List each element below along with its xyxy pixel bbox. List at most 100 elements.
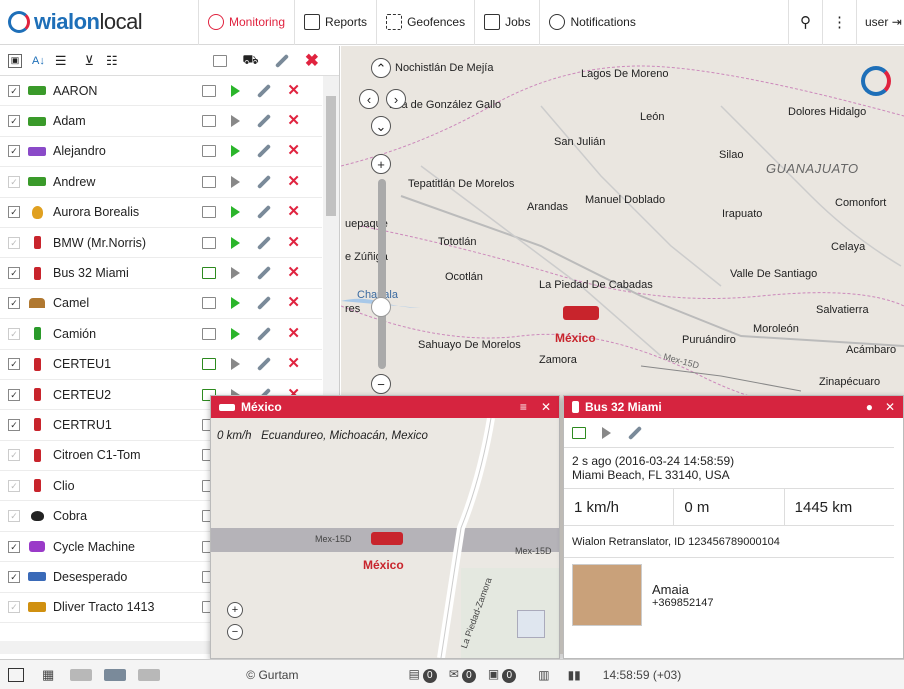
- play-track-icon[interactable]: [231, 84, 241, 97]
- add-unit-icon[interactable]: ⊻: [85, 53, 95, 69]
- unit-checkbox[interactable]: ✓: [8, 175, 20, 188]
- play-track-icon[interactable]: [231, 145, 241, 158]
- unit-row[interactable]: ✓ Camel ✕: [0, 289, 322, 320]
- units-layer-icon[interactable]: [70, 668, 93, 681]
- panel-toggle-icon[interactable]: [8, 667, 24, 682]
- unit-checkbox[interactable]: ✓: [8, 115, 20, 128]
- wrench-icon[interactable]: [256, 296, 272, 311]
- unit-checkbox[interactable]: ✓: [8, 388, 20, 401]
- unit-checkbox[interactable]: ✓: [8, 84, 20, 97]
- close-icon[interactable]: ✕: [541, 400, 551, 414]
- delete-icon[interactable]: ✕: [287, 174, 300, 189]
- terminal-icon[interactable]: [202, 115, 216, 128]
- unit-row[interactable]: ✓ Aurora Borealis ✕: [0, 198, 322, 228]
- map-book-icon[interactable]: ▮▮: [568, 668, 581, 682]
- unit-checkbox[interactable]: ✓: [8, 327, 20, 340]
- unit-checkbox[interactable]: ✓: [8, 570, 20, 583]
- terminal-icon[interactable]: [202, 327, 216, 340]
- add-all-icon[interactable]: ☷: [106, 53, 118, 69]
- unit-row[interactable]: ✓ AARON ✕: [0, 76, 322, 107]
- play-track-icon[interactable]: [231, 206, 241, 219]
- unit-checkbox[interactable]: ✓: [8, 297, 20, 310]
- search-icon[interactable]: ⚲: [788, 0, 822, 45]
- grid-icon[interactable]: ▦: [42, 667, 54, 683]
- zoom-knob[interactable]: [371, 297, 391, 317]
- popup-menu-icon[interactable]: ≡: [520, 400, 527, 414]
- zoom-out-icon[interactable]: −: [371, 374, 391, 394]
- unit-checkbox[interactable]: ✓: [8, 145, 20, 158]
- unit-checkbox[interactable]: ✓: [8, 479, 20, 492]
- play-icon[interactable]: [602, 426, 611, 439]
- unit-row[interactable]: ✓ Alejandro ✕: [0, 137, 322, 168]
- driver-avatar[interactable]: [572, 564, 642, 626]
- nav-jobs[interactable]: Jobs: [474, 0, 539, 45]
- delete-icon[interactable]: ✕: [287, 265, 300, 280]
- terminal-icon[interactable]: [202, 206, 216, 219]
- zoom-out-icon[interactable]: −: [227, 624, 243, 640]
- delete-icon[interactable]: ✕: [287, 235, 300, 250]
- unit-row[interactable]: ✓ Bus 32 Miami ✕: [0, 258, 322, 289]
- delete-icon[interactable]: ✕: [287, 356, 300, 371]
- terminal-icon[interactable]: [202, 297, 216, 310]
- play-track-icon[interactable]: [231, 267, 241, 280]
- wrench-icon[interactable]: [256, 205, 272, 220]
- delete-icon[interactable]: ✕: [287, 113, 300, 128]
- terminal-icon[interactable]: [202, 236, 216, 249]
- wrench-icon[interactable]: [256, 83, 272, 98]
- wrench-icon[interactable]: [256, 174, 272, 189]
- wrench-icon[interactable]: [256, 144, 272, 159]
- delete-icon[interactable]: ✕: [287, 204, 300, 219]
- delete-icon[interactable]: ✕: [287, 83, 300, 98]
- wrench-header-icon[interactable]: [274, 53, 289, 68]
- sort-az-icon[interactable]: A↓: [32, 55, 45, 67]
- wrench-icon[interactable]: [256, 357, 272, 372]
- play-track-icon[interactable]: [231, 115, 241, 128]
- play-track-icon[interactable]: [231, 236, 241, 249]
- terminal-header-icon[interactable]: [213, 54, 228, 67]
- unit-checkbox[interactable]: ✓: [8, 540, 20, 553]
- delete-icon[interactable]: ✕: [287, 295, 300, 310]
- terminal-icon[interactable]: [202, 267, 216, 280]
- wrench-icon[interactable]: [256, 265, 272, 281]
- unit-row[interactable]: ✓ Andrew ✕: [0, 167, 322, 198]
- delete-icon[interactable]: ✕: [287, 326, 300, 341]
- tracks-icon[interactable]: [138, 668, 161, 681]
- play-track-icon[interactable]: [231, 327, 241, 340]
- unit-checkbox[interactable]: ✓: [8, 358, 20, 371]
- play-track-icon[interactable]: [231, 297, 241, 310]
- terminal-icon[interactable]: [202, 358, 216, 371]
- unit-checkbox[interactable]: ✓: [8, 510, 20, 523]
- delete-header-icon[interactable]: ✖: [305, 52, 319, 69]
- wrench-icon[interactable]: [256, 114, 272, 129]
- select-all-checkbox[interactable]: ▣: [8, 53, 22, 68]
- play-track-icon[interactable]: [231, 358, 241, 371]
- messages-icon[interactable]: ✉ 0: [449, 667, 476, 683]
- unit-checkbox[interactable]: ✓: [8, 206, 20, 219]
- truck-marker-icon[interactable]: [563, 306, 599, 320]
- unit-names-icon[interactable]: [104, 668, 127, 681]
- nav-monitoring[interactable]: Monitoring: [198, 0, 294, 45]
- pan-up-icon[interactable]: ⌃: [371, 58, 391, 78]
- wrench-icon[interactable]: [256, 326, 272, 341]
- terminal-icon[interactable]: [202, 175, 216, 188]
- wrench-icon[interactable]: [627, 425, 643, 440]
- more-menu-icon[interactable]: ⋮: [822, 0, 856, 45]
- zoom-slider[interactable]: [371, 151, 393, 391]
- nav-geofences[interactable]: Geofences: [376, 0, 474, 45]
- globe-icon[interactable]: ●: [866, 400, 873, 414]
- delete-icon[interactable]: ✕: [287, 143, 300, 158]
- unit-checkbox[interactable]: ✓: [8, 236, 20, 249]
- wrench-icon[interactable]: [256, 235, 272, 250]
- terminal-icon[interactable]: [202, 145, 216, 158]
- terminal-icon[interactable]: [572, 426, 586, 439]
- nav-notifications[interactable]: Notifications: [539, 0, 704, 45]
- scroll-thumb[interactable]: [326, 96, 336, 216]
- popup-mini-map[interactable]: Mex-15D Mex-15D La Piedad-Zamora México …: [211, 418, 559, 658]
- truck-marker-icon[interactable]: [371, 532, 403, 545]
- unit-checkbox[interactable]: ✓: [8, 601, 20, 614]
- terminal-icon[interactable]: [202, 84, 216, 97]
- nav-reports[interactable]: Reports: [294, 0, 376, 45]
- unit-row[interactable]: ✓ CERTEU1 ✕: [0, 350, 322, 380]
- unit-row[interactable]: ✓ Adam ✕: [0, 106, 322, 137]
- track-header-icon[interactable]: ⛟: [242, 52, 258, 70]
